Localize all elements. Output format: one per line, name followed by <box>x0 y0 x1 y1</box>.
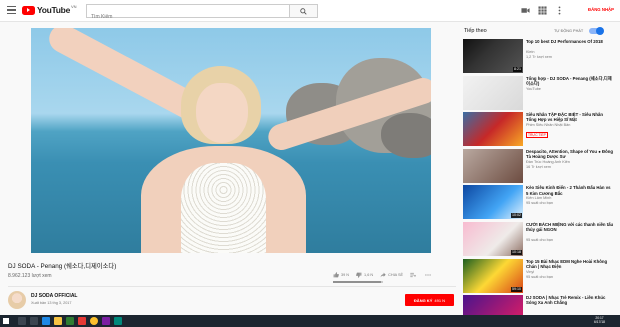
suggested-video-title[interactable]: DJ SODA | Nhạc Trẻ Remix - Liên Khúc Són… <box>526 295 614 306</box>
suggested-video-title[interactable]: Siêu Nhân TẬP ĐẶC BIỆT - Siêu Nhân Tổng … <box>526 112 614 123</box>
search-input[interactable] <box>87 11 289 23</box>
suggested-video-channel: Phim Siêu Nhân Nhật Bản <box>526 123 571 128</box>
suggested-video-title[interactable]: Kèo Siêu Kinh Điển - 2 Thánh Đấu Hàn vs … <box>526 185 614 196</box>
store-app-icon[interactable] <box>66 317 74 325</box>
suggested-video[interactable]: 10:18 CƯỜI BÁCH MIỆNG với các thanh niên … <box>463 222 613 256</box>
like-button[interactable]: 39 N <box>333 272 349 278</box>
file-explorer-icon[interactable] <box>54 317 62 325</box>
youtube-logo[interactable]: YouTube VN <box>22 3 77 15</box>
suggested-video[interactable]: 10:02 Kèo Siêu Kinh Điển - 2 Thánh Đấu Hà… <box>463 185 614 220</box>
video-thumbnail[interactable]: 8:21 <box>463 39 523 73</box>
toggle-knob <box>596 27 604 35</box>
suggested-video-channel: Đàn Trúc Hoàng Anh Kiên <box>526 159 570 164</box>
search-taskbar-icon[interactable] <box>18 317 26 325</box>
thumbs-up-icon <box>333 272 339 278</box>
thumbs-down-icon <box>356 272 362 278</box>
sentiment-like-fill <box>333 281 381 283</box>
subscribe-label: ĐĂNG KÝ <box>413 297 433 303</box>
autoplay-toggle[interactable] <box>589 27 604 35</box>
more-options-icon[interactable] <box>555 6 564 15</box>
more-actions-button[interactable] <box>425 272 433 278</box>
suggested-video-title[interactable]: Top 10 best DJ Performances Of 2018 <box>526 39 614 44</box>
more-horizontal-icon <box>425 274 431 276</box>
video-thumbnail[interactable]: 10:02 <box>463 185 523 220</box>
suggested-video-title[interactable]: CƯỜI BÁCH MIỆNG với các thanh niên tấu t… <box>526 222 614 233</box>
share-label: CHIA SẺ <box>388 273 404 277</box>
up-next-heading: Tiếp theo <box>464 28 487 34</box>
action-bar: 39 N 1,6 N CHIA SẺ <box>333 271 440 279</box>
publish-date: Xuất bản 13 thg 3, 2017 <box>31 301 72 305</box>
suggested-video-channel: YouTube <box>526 86 541 91</box>
clock-date: 6/17/18 <box>594 320 605 325</box>
suggested-video[interactable]: 59:10 Top 15 Bài Nhạc EDM Nghe Hoài Không… <box>463 258 614 293</box>
video-thumbnail[interactable]: 10:18 <box>463 222 523 256</box>
video-thumbnail[interactable]: 59:10 <box>463 258 523 293</box>
app-icon[interactable] <box>114 317 122 325</box>
media-app-icon[interactable] <box>78 317 86 325</box>
subscribe-button[interactable]: ĐĂNG KÝ 491 N <box>405 294 454 306</box>
suggested-video[interactable]: Siêu Nhân TẬP ĐẶC BIỆT - Siêu Nhân Tổng … <box>463 112 614 147</box>
suggested-video-title[interactable]: Despacito, Attention, Shape of You ● Đôn… <box>526 149 614 160</box>
suggested-video-views: 95 suất cho bạn <box>526 238 554 242</box>
suggested-video[interactable]: Tổng hợp - DJ SODA - Penang (쉐소다,디제이소다) Y… <box>463 75 614 110</box>
scene-knit-top <box>181 163 266 253</box>
video-player[interactable] <box>31 28 431 253</box>
sign-in-button[interactable]: ĐĂNG NHẬP <box>588 7 614 12</box>
video-thumbnail[interactable] <box>463 75 523 110</box>
add-to-playlist-button[interactable] <box>410 272 418 278</box>
hamburger-menu-icon[interactable] <box>7 6 16 14</box>
channel-avatar[interactable] <box>8 291 26 309</box>
dislike-count: 1,6 N <box>364 273 374 277</box>
video-duration: 59:10 <box>511 286 522 292</box>
suggested-video-channel: Vinyl <box>526 269 535 274</box>
logo-text: YouTube <box>37 5 70 15</box>
video-duration: 10:18 <box>511 250 522 255</box>
suggested-video-views: 95 suất cho bạn <box>526 201 554 206</box>
subscriber-count: 491 N <box>434 297 446 303</box>
masthead: YouTube VN ĐĂNG NHẬP <box>0 0 620 23</box>
video-thumbnail[interactable] <box>463 148 523 183</box>
video-duration: 8:21 <box>513 67 522 72</box>
suggested-video-title[interactable]: Top 15 Bài Nhạc EDM Nghe Hoài Không Chán… <box>526 259 614 270</box>
suggested-video-title[interactable]: Tổng hợp - DJ SODA - Penang (쉐소다,디제이소다) <box>526 76 614 87</box>
playlist-add-icon <box>410 272 416 278</box>
search-box <box>86 4 290 23</box>
dislike-button[interactable]: 1,6 N <box>356 272 373 278</box>
divider <box>8 286 456 287</box>
play-logo-icon <box>22 5 35 15</box>
like-count: 39 N <box>341 273 350 277</box>
video-thumbnail[interactable] <box>463 112 523 147</box>
suggested-video-channel: Kiên Lâm Minh <box>526 196 552 201</box>
autoplay-label: TỰ ĐỘNG PHÁT <box>554 29 584 33</box>
app-icon[interactable] <box>102 317 110 325</box>
windows-start-icon[interactable] <box>3 318 9 324</box>
system-clock[interactable]: 20:17 6/17/18 <box>594 316 605 325</box>
share-button[interactable]: CHIA SẺ <box>380 272 403 278</box>
chrome-browser-icon[interactable] <box>90 317 98 325</box>
suggested-video-views: 95 suất cho bạn <box>526 274 554 279</box>
apps-grid-icon[interactable] <box>538 6 547 15</box>
task-view-icon[interactable] <box>30 317 38 325</box>
suggested-video[interactable]: 8:21 Top 10 best DJ Performances Of 2018 K… <box>463 39 613 73</box>
search-button[interactable] <box>290 4 318 18</box>
edge-browser-icon[interactable] <box>42 317 50 325</box>
scene-face <box>196 83 248 143</box>
sentiment-bar <box>333 281 383 283</box>
create-video-icon[interactable] <box>521 6 530 15</box>
suggested-video-views: 16 Tr lượt xem <box>526 164 551 169</box>
suggested-video[interactable]: Despacito, Attention, Shape of You ● Đôn… <box>463 148 614 183</box>
share-arrow-icon <box>380 272 386 278</box>
video-duration: 10:02 <box>511 213 522 219</box>
suggested-video-views: 1,2 Tr lượt xem <box>526 55 552 59</box>
search-icon <box>300 8 307 15</box>
video-title: DJ SODA - Penang (쉐소다,디제이소다) <box>8 263 117 270</box>
view-count: 8.962.123 lượt xem <box>8 273 52 279</box>
suggested-video-channel: Klein <box>526 50 535 54</box>
windows-taskbar: 20:17 6/17/18 <box>0 315 620 327</box>
live-badge: TRỰC TIẾP <box>526 132 548 139</box>
channel-name[interactable]: DJ SODA OFFICIAL <box>31 293 77 299</box>
logo-region: VN <box>71 3 77 9</box>
